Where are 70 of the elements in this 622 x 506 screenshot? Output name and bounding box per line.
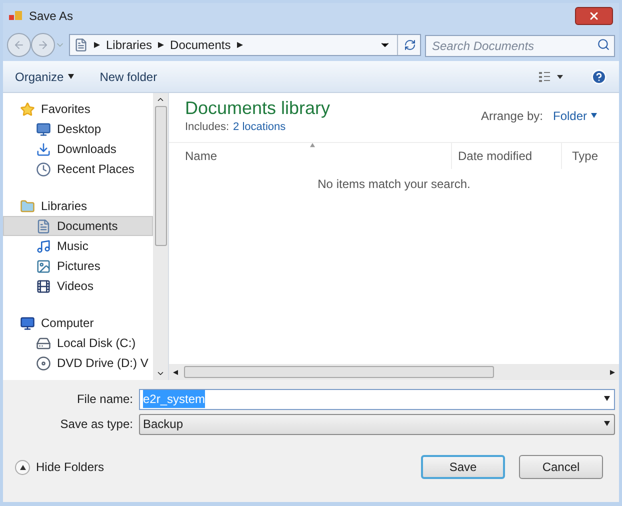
scroll-right-icon xyxy=(610,370,615,374)
arrange-by-dropdown[interactable]: Folder xyxy=(552,107,597,125)
disc-icon xyxy=(36,356,51,370)
refresh-icon[interactable] xyxy=(404,39,416,51)
monitor-icon xyxy=(36,122,51,136)
computer-icon xyxy=(20,316,35,330)
save-as-type-label: Save as type: xyxy=(59,416,133,433)
document-icon xyxy=(74,38,88,52)
column-header[interactable]: Date modified xyxy=(451,142,561,168)
search-field[interactable]: Search Documents xyxy=(425,35,615,57)
download-icon xyxy=(36,142,51,156)
star-icon xyxy=(20,102,35,116)
dropdown-icon xyxy=(604,396,610,402)
folder-icon xyxy=(20,198,35,214)
nav-item[interactable]: DVD Drive (D:) V xyxy=(3,353,153,373)
arrange-by-label: Arrange by: xyxy=(480,108,543,125)
nav-item[interactable]: Pictures xyxy=(3,256,153,276)
address-bar[interactable]: Libraries Documents xyxy=(69,34,421,56)
file-name-label: File name: xyxy=(76,391,133,408)
chevron-icon xyxy=(236,42,243,48)
new-folder-button[interactable]: New folder xyxy=(100,68,158,86)
help-icon[interactable] xyxy=(591,68,607,84)
column-header[interactable]: Name xyxy=(169,142,451,168)
organize-button[interactable]: Organize xyxy=(15,68,74,86)
chevron-icon xyxy=(94,42,100,48)
caret-icon xyxy=(68,74,74,80)
picture-icon xyxy=(36,258,51,274)
nav-item[interactable]: Documents xyxy=(3,216,153,236)
nav-item[interactable]: Libraries xyxy=(3,196,153,216)
document-icon xyxy=(36,218,51,234)
nav-item[interactable]: Local Disk (C:) xyxy=(3,333,153,353)
window-title: Save As xyxy=(29,8,74,25)
film-icon xyxy=(36,278,51,294)
vertical-scrollbar[interactable] xyxy=(153,93,168,380)
library-title: Documents library xyxy=(185,97,332,119)
hide-folders-button[interactable]: Hide Folders xyxy=(15,458,104,476)
caret-icon xyxy=(591,113,597,119)
window-icon xyxy=(9,10,23,22)
view-options-icon[interactable] xyxy=(539,72,565,82)
nav-item[interactable]: Computer xyxy=(3,313,153,333)
chevron-icon xyxy=(158,42,164,48)
nav-item[interactable]: Favorites xyxy=(3,99,153,119)
breadcrumb[interactable]: Documents xyxy=(170,36,231,54)
sort-arrow-icon xyxy=(310,142,315,148)
horizontal-scrollbar[interactable] xyxy=(169,364,619,380)
column-header[interactable]: Type xyxy=(561,142,619,168)
scroll-down-icon xyxy=(156,369,165,378)
save-as-type-dropdown[interactable]: Backup xyxy=(139,414,615,434)
cancel-button[interactable]: Cancel xyxy=(519,455,603,479)
breadcrumb[interactable]: Libraries xyxy=(106,36,152,54)
collapse-icon xyxy=(15,460,30,474)
scroll-up-icon xyxy=(156,95,165,104)
nav-item[interactable]: Videos xyxy=(3,276,153,296)
nav-item[interactable]: Music xyxy=(3,236,153,256)
empty-message: No items match your search. xyxy=(318,176,470,192)
locations-link[interactable]: 2 locations xyxy=(233,119,286,136)
nav-item[interactable]: Recent Places xyxy=(3,159,153,179)
scroll-left-icon xyxy=(173,370,178,374)
clock-icon xyxy=(36,162,51,176)
dropdown-icon xyxy=(604,421,610,427)
includes-label: Includes: xyxy=(185,120,230,135)
music-note-icon xyxy=(36,238,51,254)
save-button[interactable]: Save xyxy=(421,455,505,479)
forward-arrow-icon xyxy=(37,39,49,51)
nav-item[interactable]: Downloads xyxy=(3,139,153,159)
back-arrow-icon xyxy=(13,39,25,51)
nav-item[interactable]: Desktop xyxy=(3,119,153,139)
close-button[interactable] xyxy=(575,7,613,25)
search-icon xyxy=(597,38,610,51)
close-icon xyxy=(588,10,600,22)
